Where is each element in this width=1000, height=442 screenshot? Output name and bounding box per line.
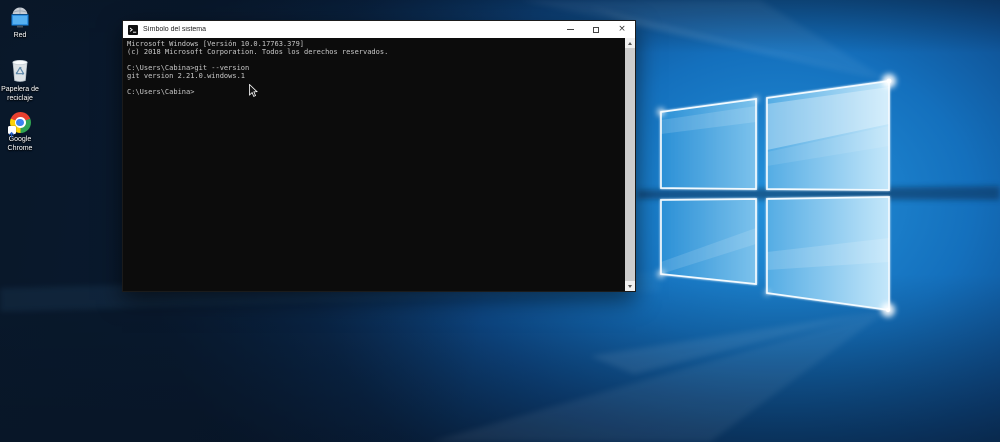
scrollbar[interactable] <box>625 38 635 291</box>
close-icon: × <box>618 24 626 34</box>
icon-label: Papelera de reciclaje <box>1 86 39 102</box>
maximize-icon <box>593 26 599 33</box>
recycle-bin-icon <box>12 60 28 82</box>
maximize-button[interactable] <box>583 21 609 38</box>
cmd-window: Símbolo del sistema × Microsoft Windows … <box>122 20 636 292</box>
window-title: Símbolo del sistema <box>143 26 207 33</box>
console-line: C:\Users\Cabina> <box>127 88 195 96</box>
network-icon <box>11 7 29 28</box>
scroll-up-icon <box>628 41 632 45</box>
console-line: git version 2.21.0.windows.1 <box>127 72 246 80</box>
cmd-icon <box>128 24 138 35</box>
desktop: Red Papelera de reciclaje Google Chrome <box>0 0 1000 442</box>
shortcut-arrow-icon <box>7 126 16 138</box>
console-line: Microsoft Windows [Versión 10.0.17763.37… <box>127 40 305 48</box>
close-button[interactable]: × <box>609 21 635 38</box>
console-line: (c) 2018 Microsoft Corporation. Todos lo… <box>127 48 389 56</box>
titlebar[interactable]: Símbolo del sistema × <box>123 21 635 38</box>
minimize-button[interactable] <box>557 21 583 38</box>
console-output[interactable]: Microsoft Windows [Versión 10.0.17763.37… <box>123 38 635 291</box>
scrollbar-up-button[interactable] <box>625 38 635 48</box>
desktop-icon-chrome[interactable]: Google Chrome <box>0 112 40 153</box>
desktop-icon-network[interactable]: Red <box>0 6 40 40</box>
scrollbar-down-button[interactable] <box>625 281 635 291</box>
icon-label: Red <box>13 32 27 39</box>
minimize-icon <box>566 29 574 30</box>
icon-label: Google Chrome <box>7 136 33 152</box>
scrollbar-thumb[interactable] <box>625 48 635 281</box>
console-line: C:\Users\Cabina>git --version <box>127 64 250 72</box>
scroll-down-icon <box>628 284 632 288</box>
desktop-icon-recycle-bin[interactable]: Papelera de reciclaje <box>0 58 40 103</box>
